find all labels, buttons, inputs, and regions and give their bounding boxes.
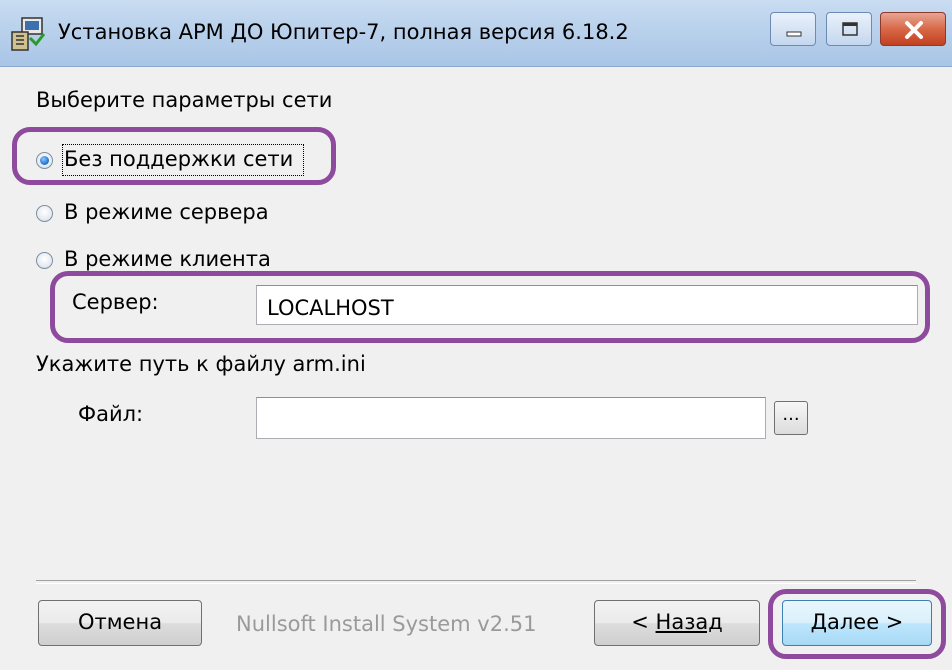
- minimize-icon: [786, 31, 802, 37]
- window-title: Установка АРМ ДО Юпитер-7, полная версия…: [58, 20, 629, 44]
- radio-label-no-network[interactable]: Без поддержки сети: [64, 147, 293, 171]
- file-label: Файл:: [78, 402, 144, 426]
- footer-separator: [36, 580, 916, 584]
- server-value: LOCALHOST: [267, 296, 394, 320]
- server-label: Сервер:: [72, 290, 159, 314]
- minimize-button[interactable]: [770, 12, 816, 46]
- title-bar: Установка АРМ ДО Юпитер-7, полная версия…: [0, 0, 952, 67]
- file-path-input[interactable]: [256, 397, 766, 439]
- nsis-branding: Nullsoft Install System v2.51: [236, 612, 537, 636]
- back-button[interactable]: < Назад: [594, 600, 760, 646]
- browse-button[interactable]: ...: [774, 401, 808, 435]
- network-heading: Выберите параметры сети: [36, 88, 333, 112]
- back-prefix: <: [631, 610, 656, 634]
- close-icon: [905, 21, 923, 39]
- maximize-icon: [842, 22, 858, 36]
- ini-path-prompt: Укажите путь к файлу arm.ini: [36, 352, 366, 376]
- radio-client-mode[interactable]: [36, 252, 53, 269]
- radio-label-client-mode[interactable]: В режиме клиента: [64, 247, 271, 271]
- radio-label-server-mode[interactable]: В режиме сервера: [64, 200, 269, 224]
- radio-server-mode[interactable]: [36, 205, 53, 222]
- close-button[interactable]: [880, 12, 946, 46]
- installer-app-icon: [11, 17, 46, 51]
- next-button[interactable]: Далее >: [782, 600, 932, 646]
- back-label: Назад: [655, 610, 723, 634]
- server-input[interactable]: LOCALHOST: [256, 285, 918, 325]
- maximize-button[interactable]: [826, 12, 872, 46]
- radio-no-network[interactable]: [36, 152, 53, 169]
- cancel-button[interactable]: Отмена: [38, 600, 202, 646]
